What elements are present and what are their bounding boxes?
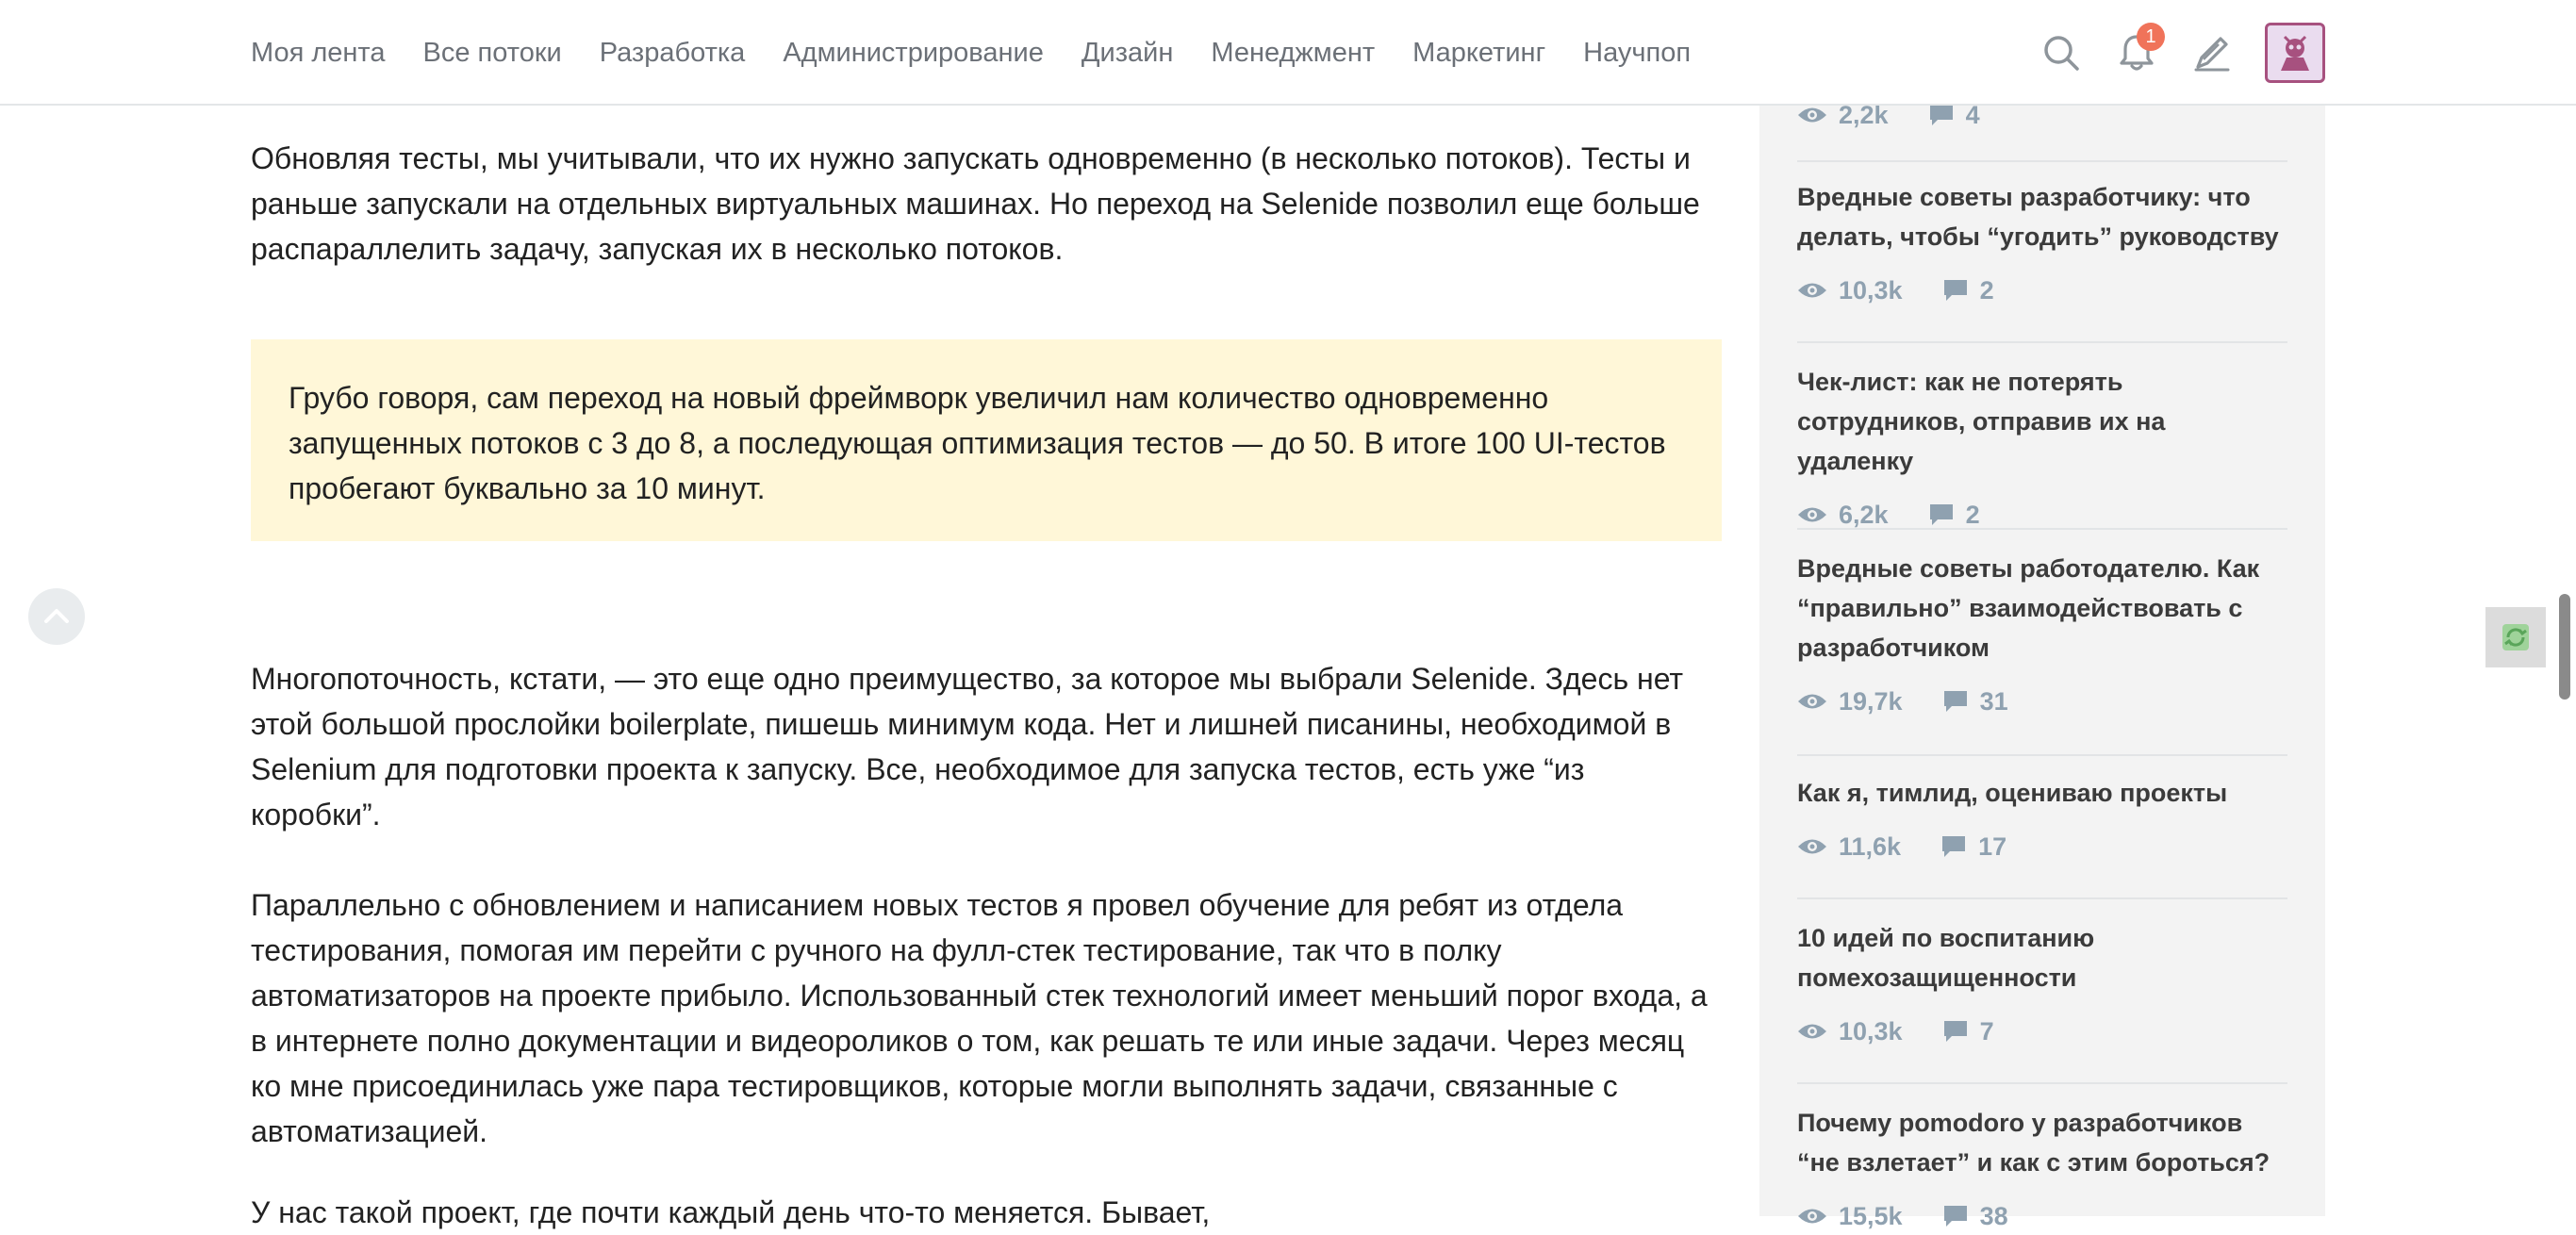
header-actions: 1 bbox=[2016, 21, 2325, 85]
nav-my-feed[interactable]: Моя лента bbox=[251, 38, 386, 69]
divider bbox=[1797, 1082, 2287, 1084]
comment-icon bbox=[1943, 1021, 1967, 1042]
eye-icon bbox=[1798, 694, 1826, 709]
article-paragraph: Многопоточность, кстати, — это еще одно … bbox=[251, 662, 1684, 832]
views-stat: 11,6k bbox=[1797, 832, 1901, 862]
post-link[interactable]: Вредные советы работодателю. Как “правил… bbox=[1797, 549, 2287, 667]
comments-stat[interactable]: 31 bbox=[1942, 687, 2008, 716]
nav-development[interactable]: Разработка bbox=[600, 38, 746, 69]
divider bbox=[1797, 528, 2287, 530]
top-navbar: Моя лента Все потоки Разработка Админист… bbox=[0, 0, 2576, 106]
article-paragraph: У нас такой проект, где почти каждый ден… bbox=[251, 1195, 1211, 1229]
views-stat: 6,2k bbox=[1797, 501, 1889, 530]
chevron-up-icon bbox=[44, 609, 69, 623]
comments-stat[interactable]: 2 bbox=[1942, 276, 1994, 305]
avatar[interactable] bbox=[2265, 23, 2325, 83]
list-item: Чек-лист: как не потерять сотрудников, о… bbox=[1797, 362, 2287, 534]
views-stat: 19,7k bbox=[1797, 687, 1903, 716]
nav-administration[interactable]: Администрирование bbox=[783, 38, 1044, 69]
comment-icon bbox=[1929, 105, 1953, 125]
sync-icon bbox=[2502, 624, 2529, 650]
nav-popsci[interactable]: Научпоп bbox=[1583, 38, 1691, 69]
comment-icon bbox=[1943, 1206, 1967, 1227]
eye-icon bbox=[1798, 107, 1826, 123]
highlight-callout: Грубо говоря, сам переход на новый фрейм… bbox=[251, 339, 1722, 541]
scrollbar-thumb[interactable] bbox=[2559, 594, 2570, 700]
eye-icon bbox=[1798, 1209, 1826, 1224]
notifications-button[interactable]: 1 bbox=[2106, 23, 2167, 83]
nav-marketing[interactable]: Маркетинг bbox=[1412, 38, 1545, 69]
divider bbox=[1797, 160, 2287, 162]
views-stat: 10,3k bbox=[1797, 1017, 1903, 1046]
divider bbox=[1797, 897, 2287, 899]
post-link[interactable]: Вредные советы разработчику: что делать,… bbox=[1797, 177, 2287, 256]
comment-icon bbox=[1943, 691, 1967, 712]
comment-icon bbox=[1929, 504, 1953, 525]
comments-stat[interactable]: 2 bbox=[1928, 501, 1980, 530]
views-stat: 15,5k bbox=[1797, 1202, 1903, 1231]
eye-icon bbox=[1798, 1024, 1826, 1039]
write-post-button[interactable] bbox=[2182, 23, 2242, 83]
search-icon bbox=[2044, 36, 2079, 71]
views-stat: 10,3k bbox=[1797, 276, 1903, 305]
divider bbox=[1797, 754, 2287, 756]
post-link[interactable]: 10 идей по воспитанию помехозащищенности bbox=[1797, 918, 2287, 997]
notification-badge: 1 bbox=[2137, 23, 2165, 51]
post-link[interactable]: Чек-лист: как не потерять сотрудников, о… bbox=[1797, 362, 2287, 481]
eye-icon bbox=[1798, 839, 1826, 854]
list-item: Почему pomodoro у разработчиков “не взле… bbox=[1797, 1103, 2287, 1235]
user-avatar-icon bbox=[2281, 35, 2309, 71]
nav-design[interactable]: Дизайн bbox=[1082, 38, 1173, 69]
article-paragraph: Обновляя тесты, мы учитывали, что их нуж… bbox=[251, 141, 1700, 266]
eye-icon bbox=[1798, 507, 1826, 522]
pen-icon bbox=[2194, 37, 2230, 72]
search-button[interactable] bbox=[2031, 23, 2091, 83]
post-link[interactable]: Почему pomodoro у разработчиков “не взле… bbox=[1797, 1103, 2287, 1182]
nav-all-streams[interactable]: Все потоки bbox=[423, 38, 562, 69]
comment-icon bbox=[1943, 280, 1967, 301]
main-nav: Моя лента Все потоки Разработка Админист… bbox=[251, 0, 1691, 106]
scroll-to-top-button[interactable] bbox=[28, 588, 85, 645]
list-item: Вредные советы разработчику: что делать,… bbox=[1797, 177, 2287, 309]
post-link[interactable]: Как я, тимлид, оцениваю проекты bbox=[1797, 773, 2287, 813]
comments-stat[interactable]: 38 bbox=[1942, 1202, 2008, 1231]
list-item: Как я, тимлид, оцениваю проекты 11,6k 17 bbox=[1797, 773, 2287, 865]
article-paragraph: Параллельно с обновлением и написанием н… bbox=[251, 888, 1708, 1148]
sidebar-related-posts: 2,2k 4 Вредные советы разработчику: что … bbox=[1759, 101, 2325, 1230]
comments-stat[interactable]: 7 bbox=[1942, 1017, 1994, 1046]
list-item: Вредные советы работодателю. Как “правил… bbox=[1797, 549, 2287, 720]
callout-text: Грубо говоря, сам переход на новый фрейм… bbox=[289, 381, 1666, 505]
sync-widget-button[interactable] bbox=[2485, 607, 2546, 667]
comments-stat[interactable]: 17 bbox=[1940, 832, 2006, 862]
comment-icon bbox=[1942, 836, 1966, 857]
nav-management[interactable]: Менеджмент bbox=[1211, 38, 1375, 69]
divider bbox=[1797, 341, 2287, 343]
eye-icon bbox=[1798, 283, 1826, 298]
list-item: 10 идей по воспитанию помехозащищенности… bbox=[1797, 918, 2287, 1050]
